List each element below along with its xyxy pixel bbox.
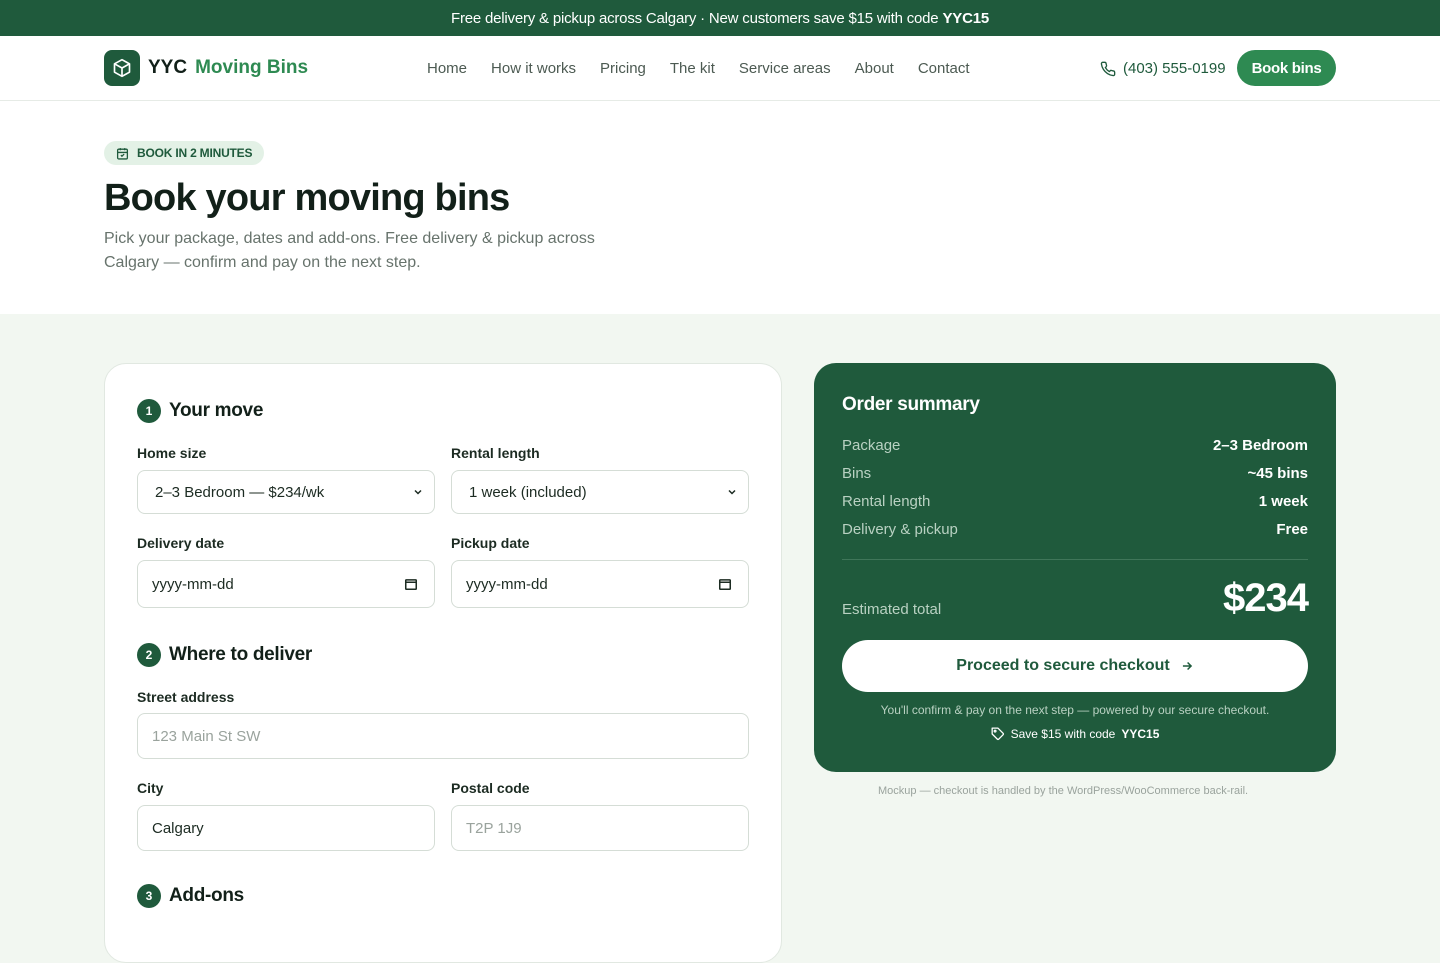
postal-code-input[interactable]: T2P 1J9 [451, 805, 749, 851]
delivery-date-value: yyyy-mm-dd [152, 575, 234, 593]
announcement-text: Free delivery & pickup across Calgary · … [450, 9, 939, 27]
step-where-to-deliver: 2 Where to deliver [137, 643, 312, 667]
nav-about[interactable]: About [855, 60, 894, 77]
summary-key: Bins [842, 465, 872, 482]
tag-icon [991, 727, 1004, 740]
arrow-right-icon [1182, 661, 1192, 671]
city-value: Calgary [152, 819, 204, 837]
summary-title: Order summary [842, 394, 980, 415]
booking-badge: BOOK IN 2 MINUTES [104, 141, 265, 165]
phone-icon [1100, 61, 1116, 76]
home-size-label: Home size [137, 445, 207, 461]
footnote: Mockup — checkout is handled by the Word… [878, 785, 1249, 797]
total-amount: $234 [1223, 576, 1309, 620]
nav-home[interactable]: Home [427, 60, 467, 77]
postal-code-placeholder: T2P 1J9 [466, 819, 522, 837]
step-title: Your move [169, 400, 264, 421]
promo-text: Save $15 with code [1010, 727, 1116, 741]
summary-divider [842, 559, 1308, 560]
book-bins-button[interactable]: Book bins [1237, 50, 1336, 86]
phone-link[interactable]: (403) 555-0199 [1100, 36, 1226, 101]
page-title: Book your moving bins [104, 177, 510, 219]
logo[interactable]: YYC Moving Bins [104, 50, 308, 86]
summary-row-package: Package 2–3 Bedroom [842, 437, 1308, 454]
postal-code-label: Postal code [451, 780, 530, 796]
nav-pricing[interactable]: Pricing [600, 60, 646, 77]
step-add-ons: 3 Add-ons [137, 884, 244, 908]
home-size-select[interactable]: 2–3 Bedroom — $234/wk [137, 470, 435, 514]
proceed-checkout-button[interactable]: Proceed to secure checkout [842, 640, 1308, 692]
street-address-placeholder: 123 Main St SW [152, 727, 261, 745]
site-header: YYC Moving Bins Home How it works Pricin… [0, 36, 1440, 101]
nav-how-it-works[interactable]: How it works [491, 60, 576, 77]
main-nav: Home How it works Pricing The kit Servic… [427, 36, 994, 101]
page-subtitle: Pick your package, dates and add-ons. Fr… [104, 230, 595, 271]
box-icon [104, 50, 140, 86]
step-title: Where to deliver [169, 644, 313, 665]
delivery-date-label: Delivery date [137, 535, 225, 551]
summary-key: Package [842, 437, 901, 454]
summary-value: ~45 bins [1247, 465, 1308, 482]
summary-value: 1 week [1258, 493, 1308, 510]
home-size-value: 2–3 Bedroom — $234/wk [155, 483, 325, 501]
total-label: Estimated total [842, 601, 942, 618]
promo-line: Save $15 with code YYC15 [814, 727, 1336, 741]
order-summary: Order summary Package 2–3 Bedroom Bins ~… [814, 363, 1336, 772]
checkout-note: You'll confirm & pay on the next step — … [880, 703, 1270, 717]
summary-key: Delivery & pickup [842, 521, 958, 538]
chevron-down-icon [414, 489, 422, 495]
summary-row-delivery: Delivery & pickup Free [842, 521, 1308, 538]
calendar-icon[interactable] [404, 577, 418, 591]
delivery-date-input[interactable]: yyyy-mm-dd [137, 560, 435, 608]
hero: BOOK IN 2 MINUTES Book your moving bins … [0, 101, 1440, 314]
summary-row-bins: Bins ~45 bins [842, 465, 1308, 482]
summary-key: Rental length [842, 493, 931, 510]
nav-contact[interactable]: Contact [918, 60, 970, 77]
summary-value: 2–3 Bedroom [1212, 437, 1308, 454]
rental-length-label: Rental length [451, 445, 540, 461]
nav-service-areas[interactable]: Service areas [739, 60, 831, 77]
rental-length-select[interactable]: 1 week (included) [451, 470, 749, 514]
logo-name: Moving Bins [195, 57, 309, 78]
badge-text: BOOK IN 2 MINUTES [137, 146, 253, 160]
summary-value: Free [1276, 521, 1308, 538]
step-number: 2 [137, 643, 161, 667]
logo-prefix: YYC [148, 57, 188, 78]
pickup-date-label: Pickup date [451, 535, 530, 551]
phone-number: (403) 555-0199 [1123, 60, 1226, 77]
step-number: 3 [137, 884, 161, 908]
checkout-label: Proceed to secure checkout [956, 657, 1170, 674]
step-number: 1 [137, 399, 161, 423]
city-input[interactable]: Calgary [137, 805, 435, 851]
calendar-icon [116, 147, 129, 160]
summary-row-rental-length: Rental length 1 week [842, 493, 1308, 510]
step-your-move: 1 Your move [137, 399, 263, 423]
street-address-label: Street address [137, 689, 235, 705]
announcement-code: YYC15 [942, 9, 989, 27]
calendar-icon[interactable] [718, 577, 732, 591]
booking-form: 1 Your move Home size 2–3 Bedroom — $234… [104, 363, 782, 963]
rental-length-value: 1 week (included) [469, 483, 587, 501]
city-label: City [137, 780, 164, 796]
pickup-date-value: yyyy-mm-dd [466, 575, 548, 593]
street-address-input[interactable]: 123 Main St SW [137, 713, 749, 759]
step-title: Add-ons [169, 885, 244, 906]
nav-the-kit[interactable]: The kit [670, 60, 715, 77]
chevron-down-icon [728, 489, 736, 495]
pickup-date-input[interactable]: yyyy-mm-dd [451, 560, 749, 608]
announcement-bar: Free delivery & pickup across Calgary · … [0, 0, 1440, 36]
promo-code: YYC15 [1121, 727, 1160, 741]
